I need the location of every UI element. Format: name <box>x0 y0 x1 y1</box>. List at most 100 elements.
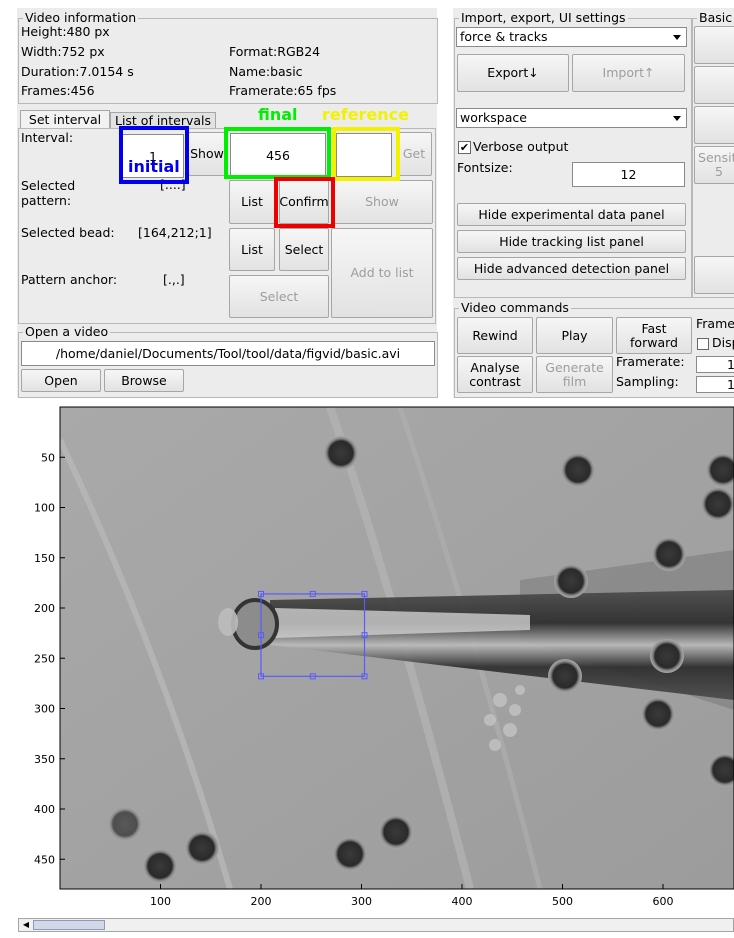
export-button[interactable]: Export↓ <box>457 54 569 92</box>
analyse-contrast-button[interactable]: Analyse contrast <box>457 356 533 393</box>
scrollbar-thumb[interactable] <box>33 920 105 930</box>
y-tick-label: 200 <box>34 602 55 615</box>
bead-select-button[interactable]: Select <box>279 228 329 271</box>
play-label: Play <box>561 327 588 343</box>
sensitivity-label: Sensiti <box>698 150 734 165</box>
video-format: Format:RGB24 <box>229 44 321 59</box>
video-duration: Duration:7.0154 s <box>21 64 134 79</box>
y-tick-label: 350 <box>34 753 55 766</box>
y-tick-label: 250 <box>34 652 55 665</box>
microscope-image <box>60 407 734 889</box>
video-path-value: /home/daniel/Documents/Tool/tool/data/fi… <box>55 346 401 361</box>
horizontal-scrollbar[interactable]: ◀ <box>18 918 734 932</box>
y-tick-label: 400 <box>34 803 55 816</box>
rewind-button[interactable]: Rewind <box>457 317 533 354</box>
bead-list-button[interactable]: List <box>229 228 275 271</box>
fontsize-input[interactable]: 12 <box>572 162 685 187</box>
basic-title: Basic <box>697 10 734 25</box>
pattern-list-button[interactable]: List <box>229 180 275 224</box>
rewind-label: Rewind <box>472 327 518 343</box>
x-tick-label: 600 <box>653 895 674 908</box>
x-tick-label: 200 <box>251 895 272 908</box>
sensitivity-button[interactable]: Sensiti5 <box>694 146 734 184</box>
anchor-select-label: Select <box>259 288 299 304</box>
scroll-left-icon[interactable]: ◀ <box>20 920 32 930</box>
framerate-label: Framerate: <box>616 354 685 369</box>
basic-button-4[interactable] <box>694 256 734 294</box>
browse-button[interactable]: Browse <box>104 369 184 392</box>
framerate-value: 1 <box>727 357 734 372</box>
analyse-contrast-label: Analyse contrast <box>469 359 521 389</box>
show-interval-button[interactable]: Show <box>188 132 226 176</box>
play-button[interactable]: Play <box>536 317 613 354</box>
frame-label: Frame <box>696 316 734 331</box>
sensitivity-value: 5 <box>715 164 723 179</box>
video-name: Name:basic <box>229 64 303 79</box>
export-type-value: force & tracks <box>460 29 548 44</box>
x-tick-label: 100 <box>150 895 171 908</box>
y-tick-label: 300 <box>34 703 55 716</box>
selected-bead-label: Selected bead: <box>21 225 115 240</box>
x-tick-label: 300 <box>351 895 372 908</box>
import-label: Import↑ <box>602 65 655 80</box>
basic-button-3[interactable] <box>694 106 734 144</box>
verbose-label: Verbose output <box>473 139 569 154</box>
hide-tracking-button[interactable]: Hide tracking list panel <box>457 230 686 253</box>
selected-pattern-label: Selected pattern: <box>21 178 76 208</box>
video-information-title: Video information <box>23 10 139 25</box>
bead-select-label: Select <box>284 241 324 257</box>
pattern-anchor-value: [.,.] <box>163 272 185 287</box>
fast-forward-button[interactable]: Fast forward <box>616 317 692 354</box>
framerate-input[interactable]: 1 <box>696 356 734 373</box>
import-button[interactable]: Import↑ <box>572 54 685 92</box>
open-label: Open <box>44 372 78 388</box>
tab-set-interval[interactable]: Set interval <box>20 110 110 129</box>
video-frame-plot[interactable]: 100 200 300 400 500 600 50 100 150 200 250 300 350 40… <box>0 400 734 915</box>
anchor-select-button[interactable]: Select <box>229 275 329 318</box>
y-tick-label: 50 <box>41 451 55 464</box>
hide-experimental-button[interactable]: Hide experimental data panel <box>457 203 686 226</box>
display-checkbox[interactable] <box>697 338 709 350</box>
add-to-list-label: Add to list <box>350 265 414 280</box>
get-button[interactable]: Get <box>396 132 432 176</box>
pattern-list-label: List <box>241 194 263 209</box>
final-annotation: final <box>258 105 298 124</box>
video-information-group: Video information Height:480 px Width:75… <box>18 11 438 104</box>
open-button[interactable]: Open <box>21 369 101 392</box>
hide-advanced-label: Hide advanced detection panel <box>473 260 670 276</box>
confirm-highlight-box <box>274 177 335 228</box>
pattern-show-button[interactable]: Show <box>331 180 433 224</box>
check-icon: ✔ <box>459 141 470 154</box>
hide-experimental-label: Hide experimental data panel <box>478 206 665 222</box>
tab-set-interval-label: Set interval <box>28 112 102 127</box>
chevron-down-icon <box>673 116 681 121</box>
pattern-show-label: Show <box>365 194 399 209</box>
hide-tracking-label: Hide tracking list panel <box>499 233 644 249</box>
selected-bead-value: [164,212;1] <box>138 225 212 240</box>
sampling-input[interactable]: 1 <box>696 376 734 393</box>
add-to-list-button[interactable]: Add to list <box>331 228 433 318</box>
final-highlight-box <box>224 127 331 179</box>
import-export-title: Import, export, UI settings <box>459 10 628 25</box>
y-tick-label: 450 <box>34 853 55 866</box>
pattern-anchor-label: Pattern anchor: <box>21 272 118 287</box>
generate-film-button[interactable]: Generate film <box>536 356 613 393</box>
workspace-select[interactable]: workspace <box>456 108 687 128</box>
video-path-input[interactable]: /home/daniel/Documents/Tool/tool/data/fi… <box>21 341 435 366</box>
show-interval-label: Show <box>190 146 224 161</box>
hide-advanced-button[interactable]: Hide advanced detection panel <box>457 257 686 280</box>
generate-film-label: Generate film <box>545 359 604 389</box>
basic-button-1[interactable] <box>694 26 734 64</box>
video-commands-title: Video commands <box>459 300 571 315</box>
video-frames: Frames:456 <box>21 83 95 98</box>
interval-label: Interval: <box>21 130 74 145</box>
export-type-select[interactable]: force & tracks <box>456 27 687 47</box>
reference-highlight-box <box>332 127 400 181</box>
browse-label: Browse <box>121 372 167 388</box>
verbose-checkbox[interactable]: ✔ <box>458 141 471 154</box>
bead-list-label: List <box>241 241 263 257</box>
y-tick-label: 150 <box>34 552 55 565</box>
basic-button-2[interactable] <box>694 66 734 104</box>
display-label: Disp <box>712 335 734 350</box>
x-tick-label: 500 <box>552 895 573 908</box>
